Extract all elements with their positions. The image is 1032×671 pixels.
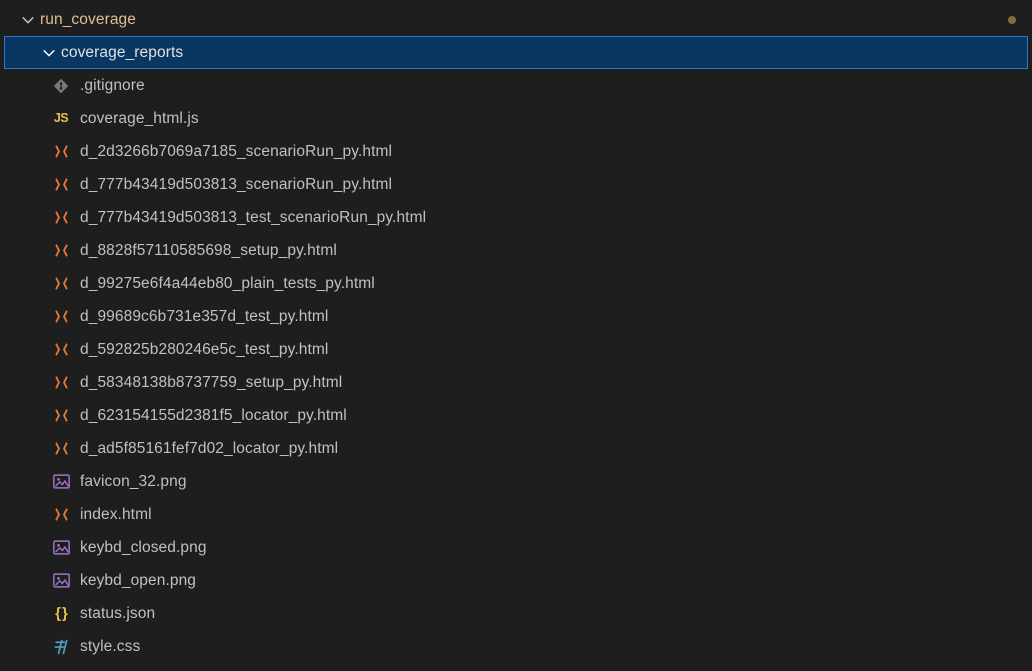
chevron-down-icon: [41, 45, 57, 61]
html-file-icon: [52, 341, 70, 359]
file-row[interactable]: favicon_32.png: [0, 465, 1032, 498]
folder-label: run_coverage: [40, 3, 136, 36]
js-file-icon: JS: [52, 110, 70, 128]
html-file-icon: [52, 506, 70, 524]
html-file-icon: [52, 275, 70, 293]
file-label: d_592825b280246e5c_test_py.html: [80, 333, 328, 366]
file-list: .gitignore JS coverage_html.js d_2d3266b…: [0, 69, 1032, 663]
file-row[interactable]: JS coverage_html.js: [0, 102, 1032, 135]
html-file-icon: [52, 209, 70, 227]
dirty-indicator-icon: [1008, 16, 1016, 24]
file-label: .gitignore: [80, 69, 145, 102]
html-file-icon: [52, 374, 70, 392]
image-file-icon: [52, 539, 70, 557]
file-row[interactable]: { } status.json: [0, 597, 1032, 630]
file-label: status.json: [80, 597, 155, 630]
html-file-icon: [52, 308, 70, 326]
json-file-icon: { }: [52, 605, 70, 623]
file-row[interactable]: d_2d3266b7069a7185_scenarioRun_py.html: [0, 135, 1032, 168]
file-row[interactable]: d_99689c6b731e357d_test_py.html: [0, 300, 1032, 333]
file-label: d_99275e6f4a44eb80_plain_tests_py.html: [80, 267, 375, 300]
file-label: d_2d3266b7069a7185_scenarioRun_py.html: [80, 135, 392, 168]
file-row[interactable]: keybd_closed.png: [0, 531, 1032, 564]
folder-row-root[interactable]: run_coverage: [0, 3, 1032, 36]
html-file-icon: [52, 143, 70, 161]
file-row[interactable]: keybd_open.png: [0, 564, 1032, 597]
html-file-icon: [52, 176, 70, 194]
file-row[interactable]: d_ad5f85161fef7d02_locator_py.html: [0, 432, 1032, 465]
file-label: d_777b43419d503813_scenarioRun_py.html: [80, 168, 392, 201]
file-row[interactable]: d_777b43419d503813_test_scenarioRun_py.h…: [0, 201, 1032, 234]
image-file-icon: [52, 572, 70, 590]
file-row[interactable]: index.html: [0, 498, 1032, 531]
file-row[interactable]: d_623154155d2381f5_locator_py.html: [0, 399, 1032, 432]
file-label: d_623154155d2381f5_locator_py.html: [80, 399, 347, 432]
css-file-icon: [52, 638, 70, 656]
file-label: d_ad5f85161fef7d02_locator_py.html: [80, 432, 338, 465]
file-row[interactable]: d_592825b280246e5c_test_py.html: [0, 333, 1032, 366]
file-label: d_99689c6b731e357d_test_py.html: [80, 300, 328, 333]
file-row[interactable]: d_8828f57110585698_setup_py.html: [0, 234, 1032, 267]
file-label: d_58348138b8737759_setup_py.html: [80, 366, 342, 399]
file-label: index.html: [80, 498, 152, 531]
html-file-icon: [52, 242, 70, 260]
gitignore-file-icon: [52, 77, 70, 95]
file-label: keybd_open.png: [80, 564, 196, 597]
folder-row-selected[interactable]: coverage_reports: [4, 36, 1028, 69]
html-file-icon: [52, 407, 70, 425]
file-row[interactable]: .gitignore: [0, 69, 1032, 102]
html-file-icon: [52, 440, 70, 458]
file-label: d_8828f57110585698_setup_py.html: [80, 234, 337, 267]
file-row[interactable]: style.css: [0, 630, 1032, 663]
file-explorer-tree: run_coverage coverage_reports .gitignore…: [0, 0, 1032, 663]
folder-label: coverage_reports: [61, 36, 183, 69]
file-row[interactable]: d_99275e6f4a44eb80_plain_tests_py.html: [0, 267, 1032, 300]
file-label: favicon_32.png: [80, 465, 187, 498]
file-row[interactable]: d_777b43419d503813_scenarioRun_py.html: [0, 168, 1032, 201]
file-row[interactable]: d_58348138b8737759_setup_py.html: [0, 366, 1032, 399]
chevron-down-icon: [20, 12, 36, 28]
file-label: coverage_html.js: [80, 102, 199, 135]
image-file-icon: [52, 473, 70, 491]
file-label: style.css: [80, 630, 140, 663]
file-label: d_777b43419d503813_test_scenarioRun_py.h…: [80, 201, 426, 234]
file-label: keybd_closed.png: [80, 531, 207, 564]
